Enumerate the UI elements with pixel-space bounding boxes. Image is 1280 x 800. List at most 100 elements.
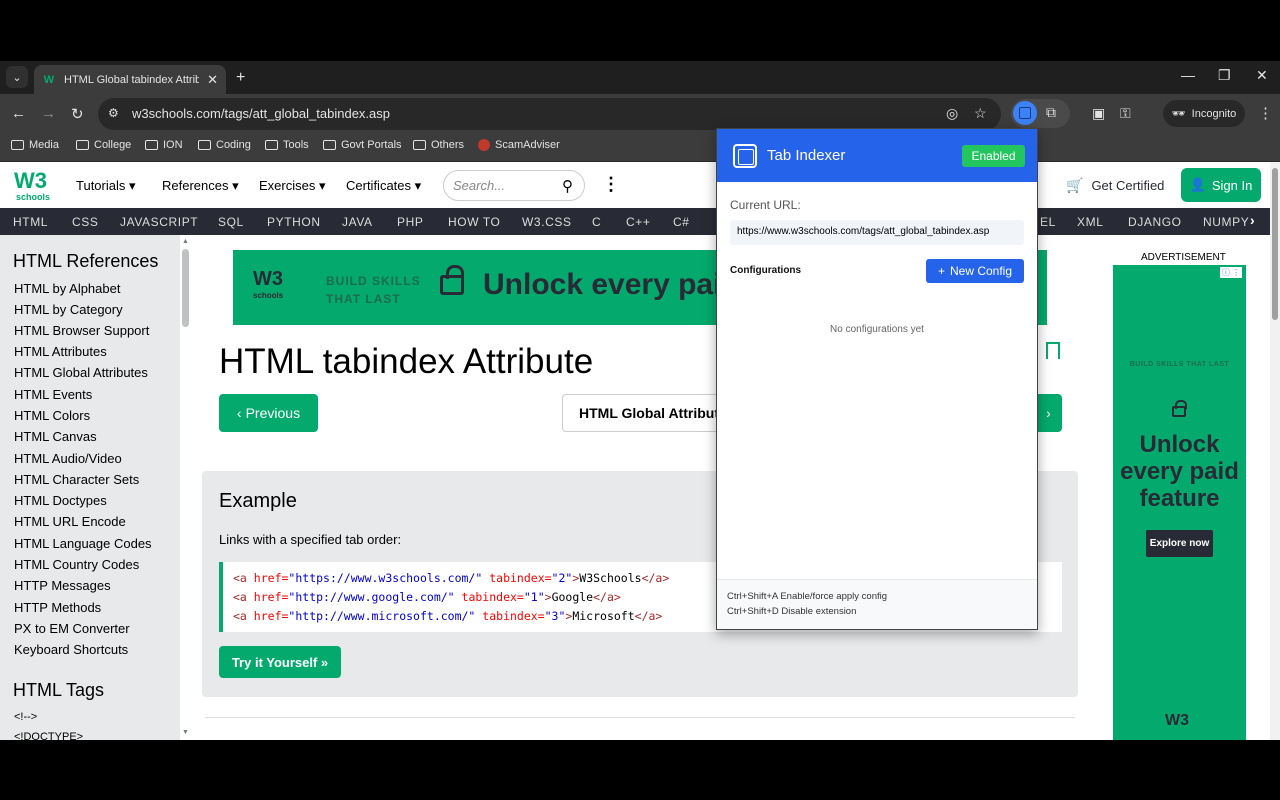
- lang-html[interactable]: HTML: [13, 215, 48, 229]
- lang-java[interactable]: JAVA: [342, 215, 373, 229]
- address-bar[interactable]: ⚙ w3schools.com/tags/att_global_tabindex…: [98, 98, 1001, 130]
- example-description: Links with a specified tab order:: [219, 532, 402, 547]
- explore-now-button[interactable]: Explore now: [1146, 530, 1213, 557]
- side-ad[interactable]: ⓘ ⋮ BUILD SKILLS THAT LAST Unlock every …: [1113, 265, 1246, 740]
- browser-menu-icon[interactable]: ⋮: [1258, 104, 1273, 122]
- nav-exercises[interactable]: Exercises ▾: [259, 178, 326, 194]
- address-url[interactable]: w3schools.com/tags/att_global_tabindex.a…: [132, 106, 390, 121]
- sidebar-item[interactable]: HTML Doctypes: [14, 493, 107, 508]
- lang-php[interactable]: PHP: [397, 215, 423, 229]
- folder-icon: [323, 140, 336, 150]
- ad-info-icon[interactable]: ⓘ ⋮: [1220, 267, 1242, 278]
- incognito-badge[interactable]: 🕶 Incognito: [1163, 100, 1245, 127]
- extensions-puzzle-icon[interactable]: ⧉: [1046, 104, 1056, 121]
- nav-references[interactable]: References ▾: [162, 178, 239, 194]
- bookmark-college[interactable]: College: [76, 139, 131, 151]
- bookmark-govt-portals[interactable]: Govt Portals: [323, 139, 402, 151]
- search-input[interactable]: Search... ⚲: [443, 170, 585, 201]
- chevron-right-icon[interactable]: ›: [1250, 212, 1255, 228]
- lang-javascript[interactable]: JAVASCRIPT: [120, 215, 198, 229]
- page-scroll-thumb[interactable]: [1272, 168, 1278, 320]
- sidebar-item[interactable]: HTML Language Codes: [14, 536, 152, 551]
- scroll-down-icon[interactable]: ▼: [182, 729, 189, 736]
- lang-el[interactable]: EL: [1040, 215, 1056, 229]
- sidebar-item[interactable]: HTTP Messages: [14, 578, 111, 593]
- tab-indexer-popup: Tab Indexer Enabled Current URL: https:/…: [716, 128, 1038, 630]
- lang-sql[interactable]: SQL: [218, 215, 244, 229]
- reload-button[interactable]: ↻: [71, 105, 84, 123]
- lang-django[interactable]: DJANGO: [1128, 215, 1182, 229]
- sidebar-item[interactable]: HTML Audio/Video: [14, 451, 122, 466]
- sidebar-item[interactable]: HTML URL Encode: [14, 514, 126, 529]
- screenshot-icon[interactable]: ▣: [1092, 105, 1105, 122]
- site-info-icon[interactable]: ⚙: [108, 106, 119, 120]
- bookmark-tools[interactable]: Tools: [265, 139, 309, 151]
- sidebar-item[interactable]: HTML Country Codes: [14, 557, 139, 572]
- sidebar-item[interactable]: HTML Events: [14, 387, 92, 402]
- search-icon[interactable]: ⚲: [562, 177, 573, 195]
- lang-python[interactable]: PYTHON: [267, 215, 321, 229]
- bookmark-icon[interactable]: [1046, 342, 1060, 359]
- lang-xml[interactable]: XML: [1077, 215, 1103, 229]
- tab-close-icon[interactable]: ✕: [207, 72, 218, 88]
- lang-numpy[interactable]: NUMPY: [1203, 215, 1249, 229]
- sidebar-tag[interactable]: <!-->: [14, 711, 37, 723]
- sidebar-item[interactable]: HTTP Methods: [14, 600, 101, 615]
- sidebar-item[interactable]: PX to EM Converter: [14, 621, 130, 636]
- tab-strip: ⌄ W HTML Global tabindex Attribute ✕ +: [0, 61, 1280, 94]
- previous-button[interactable]: ‹ Previous: [219, 394, 318, 432]
- lang-css[interactable]: CSS: [72, 215, 98, 229]
- page-scrollbar[interactable]: [1270, 162, 1280, 740]
- lang-cpp[interactable]: C++: [626, 215, 650, 229]
- sidebar-scroll-thumb[interactable]: [182, 249, 189, 327]
- minimize-button[interactable]: —: [1181, 67, 1195, 83]
- lang-c[interactable]: C: [592, 215, 601, 229]
- lang-csharp[interactable]: C#: [673, 215, 690, 229]
- tab-search-button[interactable]: ⌄: [6, 66, 28, 88]
- close-window-button[interactable]: ✕: [1256, 67, 1268, 84]
- sidebar-item[interactable]: HTML Browser Support: [14, 323, 149, 338]
- global-attributes-button[interactable]: HTML Global Attributes: [562, 394, 722, 432]
- next-button[interactable]: ›: [1035, 394, 1062, 432]
- sidebar-heading-references: HTML References: [13, 251, 159, 271]
- bookmark-star-icon[interactable]: ☆: [974, 105, 987, 122]
- maximize-button[interactable]: ❐: [1218, 67, 1231, 84]
- sidebar-tag[interactable]: <!DOCTYPE>: [14, 731, 83, 740]
- bookmark-media[interactable]: Media: [11, 139, 59, 151]
- sidebar-item[interactable]: HTML Character Sets: [14, 472, 139, 487]
- scroll-up-icon[interactable]: ▲: [182, 238, 189, 245]
- try-it-yourself-button[interactable]: Try it Yourself »: [219, 646, 341, 678]
- lang-howto[interactable]: HOW TO: [448, 215, 501, 229]
- sidebar-scrollbar[interactable]: ▲ ▼: [181, 235, 191, 740]
- password-key-icon[interactable]: ⚿: [1120, 105, 1131, 122]
- w3schools-logo[interactable]: W3 schools: [14, 168, 50, 202]
- browser-tab[interactable]: W HTML Global tabindex Attribute ✕: [34, 65, 226, 94]
- nav-certificates[interactable]: Certificates ▾: [346, 178, 421, 194]
- ad-w3-logo: W3 schools: [253, 268, 284, 300]
- more-menu-icon[interactable]: ⋮: [602, 174, 620, 195]
- sidebar-item[interactable]: HTML Global Attributes: [14, 365, 148, 380]
- forward-button[interactable]: →: [41, 105, 56, 122]
- tab-indexer-extension-icon[interactable]: [1013, 101, 1037, 125]
- bookmark-ion[interactable]: ION: [145, 139, 183, 151]
- bookmark-coding[interactable]: Coding: [198, 139, 251, 151]
- chevron-left-icon: ‹: [236, 405, 242, 421]
- sidebar-item[interactable]: HTML Attributes: [14, 344, 107, 359]
- eye-off-icon[interactable]: ◎: [946, 105, 958, 122]
- sidebar-item[interactable]: HTML by Category: [14, 302, 123, 317]
- sidebar-item[interactable]: HTML by Alphabet: [14, 281, 120, 296]
- bookmark-scamadviser[interactable]: ScamAdviser: [478, 139, 560, 151]
- get-certified-link[interactable]: 🛒 Get Certified: [1066, 177, 1164, 194]
- plus-icon: +: [937, 264, 945, 278]
- sidebar-item[interactable]: Keyboard Shortcuts: [14, 642, 128, 657]
- new-tab-button[interactable]: +: [236, 69, 245, 87]
- sidebar-item[interactable]: HTML Canvas: [14, 429, 97, 444]
- sidebar-item[interactable]: HTML Colors: [14, 408, 90, 423]
- lang-w3css[interactable]: W3.CSS: [522, 215, 572, 229]
- sign-in-button[interactable]: 👤 Sign In: [1181, 168, 1261, 202]
- nav-tutorials[interactable]: Tutorials ▾: [76, 178, 136, 194]
- back-button[interactable]: ←: [11, 105, 26, 122]
- enabled-toggle[interactable]: Enabled: [962, 145, 1025, 167]
- new-config-button[interactable]: + New Config: [926, 259, 1024, 283]
- bookmark-others[interactable]: Others: [413, 139, 464, 151]
